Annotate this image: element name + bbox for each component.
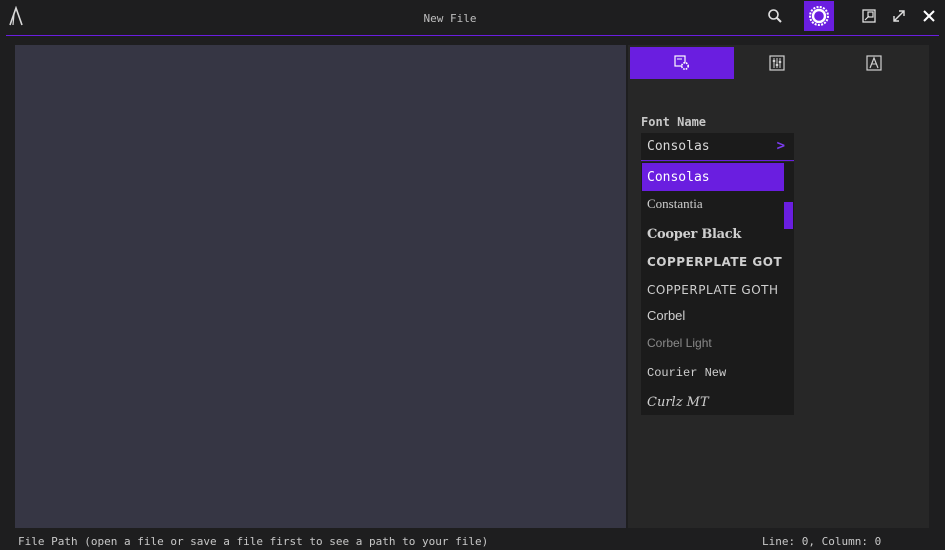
settings-icon <box>674 55 690 71</box>
font-option[interactable]: Courier New <box>642 359 784 387</box>
close-icon <box>923 10 935 22</box>
title-divider <box>6 35 939 36</box>
font-name-combobox[interactable]: Consolas > <box>641 133 794 161</box>
tab-editor-settings[interactable] <box>630 47 734 79</box>
file-path-text: File Path (open a file or save a file fi… <box>18 535 489 548</box>
font-option[interactable]: Constantia <box>642 190 784 218</box>
status-bar: File Path (open a file or save a file fi… <box>0 530 945 550</box>
settings-button[interactable] <box>804 1 834 31</box>
font-name-value: Consolas <box>647 139 710 154</box>
font-option[interactable]: COPPERPLATE GOTH <box>642 276 784 304</box>
gear-icon <box>809 6 829 26</box>
panel-tabs <box>630 47 927 79</box>
dropdown-scrollbar-thumb[interactable] <box>784 202 793 229</box>
sliders-icon <box>769 55 785 71</box>
popout-button[interactable] <box>858 5 880 27</box>
tab-adjustments[interactable] <box>734 47 820 79</box>
expand-icon <box>893 10 905 22</box>
search-button[interactable] <box>764 5 786 27</box>
popout-icon <box>862 9 876 23</box>
font-name-label: Font Name <box>641 115 707 129</box>
font-icon <box>865 55 882 71</box>
font-option[interactable]: Consolas <box>642 163 784 191</box>
cursor-position-text: Line: 0, Column: 0 <box>762 535 882 548</box>
settings-panel: Font Name Consolas > Consolas Constantia… <box>628 45 929 528</box>
chevron-right-icon[interactable]: > <box>777 138 785 154</box>
font-option[interactable]: Cooper Black <box>642 220 784 248</box>
font-option[interactable]: Corbel Light <box>642 329 784 357</box>
font-dropdown-list: Consolas Constantia Cooper Black COPPERP… <box>641 162 794 415</box>
search-icon <box>768 9 782 23</box>
maximize-button[interactable] <box>888 5 910 27</box>
font-option[interactable]: COPPERPLATE GOT <box>642 248 784 276</box>
editor-area[interactable] <box>15 45 626 528</box>
close-button[interactable] <box>918 5 940 27</box>
title-bar: New File <box>0 0 945 36</box>
font-option[interactable]: Curlz MT <box>642 388 784 415</box>
font-option[interactable]: Corbel <box>642 301 784 329</box>
tab-theme[interactable] <box>820 47 927 79</box>
